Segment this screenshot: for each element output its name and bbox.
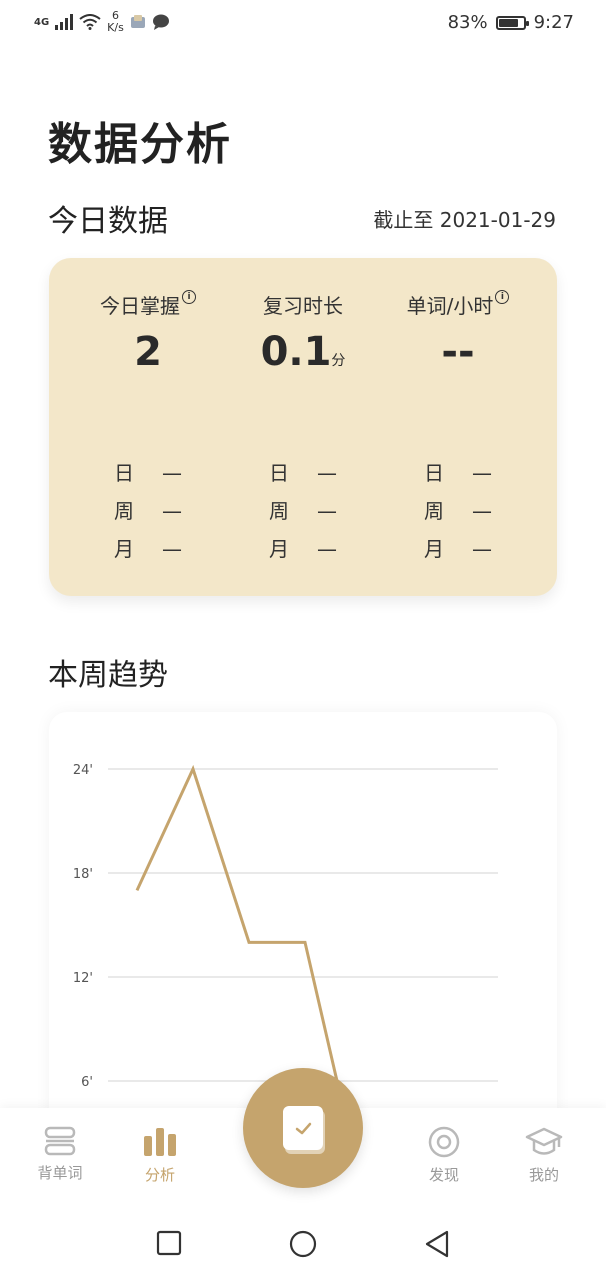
- nav-label: 分析: [144, 1166, 175, 1184]
- metric-label: 今日掌握 i: [63, 290, 233, 319]
- nav-item-discover[interactable]: 发现: [404, 1126, 484, 1185]
- period-value: —: [317, 537, 337, 561]
- metric-value-number: 0.1: [260, 329, 332, 375]
- review-fab-button[interactable]: [243, 1068, 363, 1188]
- metric-words-per-hour: 单词/小时 i --: [373, 290, 543, 375]
- metric-value-number: 2: [134, 329, 162, 375]
- metric-label-text: 复习时长: [263, 294, 343, 318]
- period-row-month: 月 —: [218, 530, 388, 568]
- nav-item-analysis[interactable]: 分析: [120, 1126, 200, 1185]
- today-card: 今日掌握 i 2 复习时长 0.1分 单词/小时 i -- 日 — 周 — 月 — 日 — …: [49, 258, 557, 596]
- home-icon[interactable]: [289, 1230, 317, 1258]
- metric-value: --: [373, 329, 543, 375]
- info-icon[interactable]: i: [495, 290, 510, 304]
- y-tick-label: 18': [73, 867, 93, 882]
- nav-item-profile[interactable]: 我的: [504, 1126, 584, 1185]
- bar-chart-icon: [144, 1128, 176, 1156]
- period-value: —: [162, 537, 182, 561]
- battery-icon: [495, 15, 529, 30]
- period-value: —: [472, 461, 492, 485]
- metric-unit: 分: [331, 353, 346, 369]
- period-label: 月: [424, 537, 444, 561]
- period-value: —: [162, 499, 182, 523]
- net-speed-unit: K/s: [107, 21, 124, 34]
- recent-apps-icon[interactable]: [156, 1230, 182, 1256]
- period-row-day: 日 —: [373, 454, 543, 492]
- y-tick-label: 6': [81, 1075, 93, 1090]
- metric-mastered: 今日掌握 i 2: [63, 290, 233, 375]
- periods-review-time: 日 — 周 — 月 —: [218, 454, 388, 568]
- period-label: 月: [269, 537, 289, 561]
- period-value: —: [317, 499, 337, 523]
- battery-percent: 83%: [447, 12, 488, 33]
- nav-label: 背单词: [37, 1164, 83, 1182]
- graduation-cap-icon: [525, 1127, 563, 1155]
- net-speed: 6 K/s: [107, 10, 124, 34]
- metric-review-time: 复习时长 0.1分: [218, 290, 388, 375]
- period-row-day: 日 —: [218, 454, 388, 492]
- info-icon[interactable]: i: [182, 290, 196, 304]
- period-row-month: 月 —: [373, 530, 543, 568]
- clock: 9:27: [533, 12, 574, 33]
- system-nav-bar: [0, 1208, 606, 1280]
- status-right: 83% 9:27: [448, 12, 574, 33]
- discover-icon: [428, 1126, 460, 1158]
- periods-mastered: 日 — 周 — 月 —: [63, 454, 233, 568]
- period-label: 周: [424, 499, 444, 523]
- period-value: —: [472, 537, 492, 561]
- period-label: 日: [424, 461, 444, 485]
- metric-label: 单词/小时 i: [373, 290, 543, 319]
- period-row-week: 周 —: [373, 492, 543, 530]
- y-tick-label: 24': [73, 763, 93, 778]
- nav-label: 我的: [528, 1166, 559, 1184]
- back-icon[interactable]: [424, 1230, 450, 1258]
- period-row-day: 日 —: [63, 454, 233, 492]
- periods-words-per-hour: 日 — 周 — 月 —: [373, 454, 543, 568]
- app-notification-icon: [130, 15, 145, 28]
- metric-value: 2: [63, 329, 233, 375]
- metric-value-number: --: [441, 329, 475, 375]
- trend-section-title: 本周趋势: [48, 658, 168, 693]
- cards-icon: [44, 1126, 76, 1156]
- metric-label-text: 今日掌握: [100, 294, 180, 318]
- period-row-week: 周 —: [63, 492, 233, 530]
- y-tick-label: 12': [73, 971, 93, 986]
- period-value: —: [162, 461, 182, 485]
- period-row-month: 月 —: [63, 530, 233, 568]
- period-row-week: 周 —: [218, 492, 388, 530]
- period-label: 日: [269, 461, 289, 485]
- status-left: 4G 6 K/s: [34, 10, 170, 34]
- metric-label: 复习时长: [218, 290, 388, 319]
- period-label: 周: [269, 499, 289, 523]
- date-note: 截止至 2021-01-29: [373, 208, 556, 232]
- signal-icon: [55, 14, 74, 30]
- wifi-icon: [79, 14, 101, 30]
- network-label: 4G: [34, 16, 50, 28]
- metric-label-text: 单词/小时: [406, 294, 494, 318]
- chat-notification-icon: [152, 14, 169, 30]
- period-value: —: [317, 461, 337, 485]
- period-value: —: [472, 499, 492, 523]
- period-label: 周: [114, 499, 134, 523]
- page-title: 数据分析: [48, 119, 232, 170]
- nav-item-words[interactable]: 背单词: [20, 1126, 100, 1183]
- status-bar: 4G 6 K/s 83% 9:27: [0, 0, 606, 46]
- nav-label: 发现: [428, 1166, 459, 1184]
- period-label: 月: [114, 537, 134, 561]
- today-section-title: 今日数据: [48, 204, 168, 239]
- check-card-icon: [283, 1106, 323, 1150]
- period-label: 日: [114, 461, 134, 485]
- metric-value: 0.1分: [218, 329, 388, 375]
